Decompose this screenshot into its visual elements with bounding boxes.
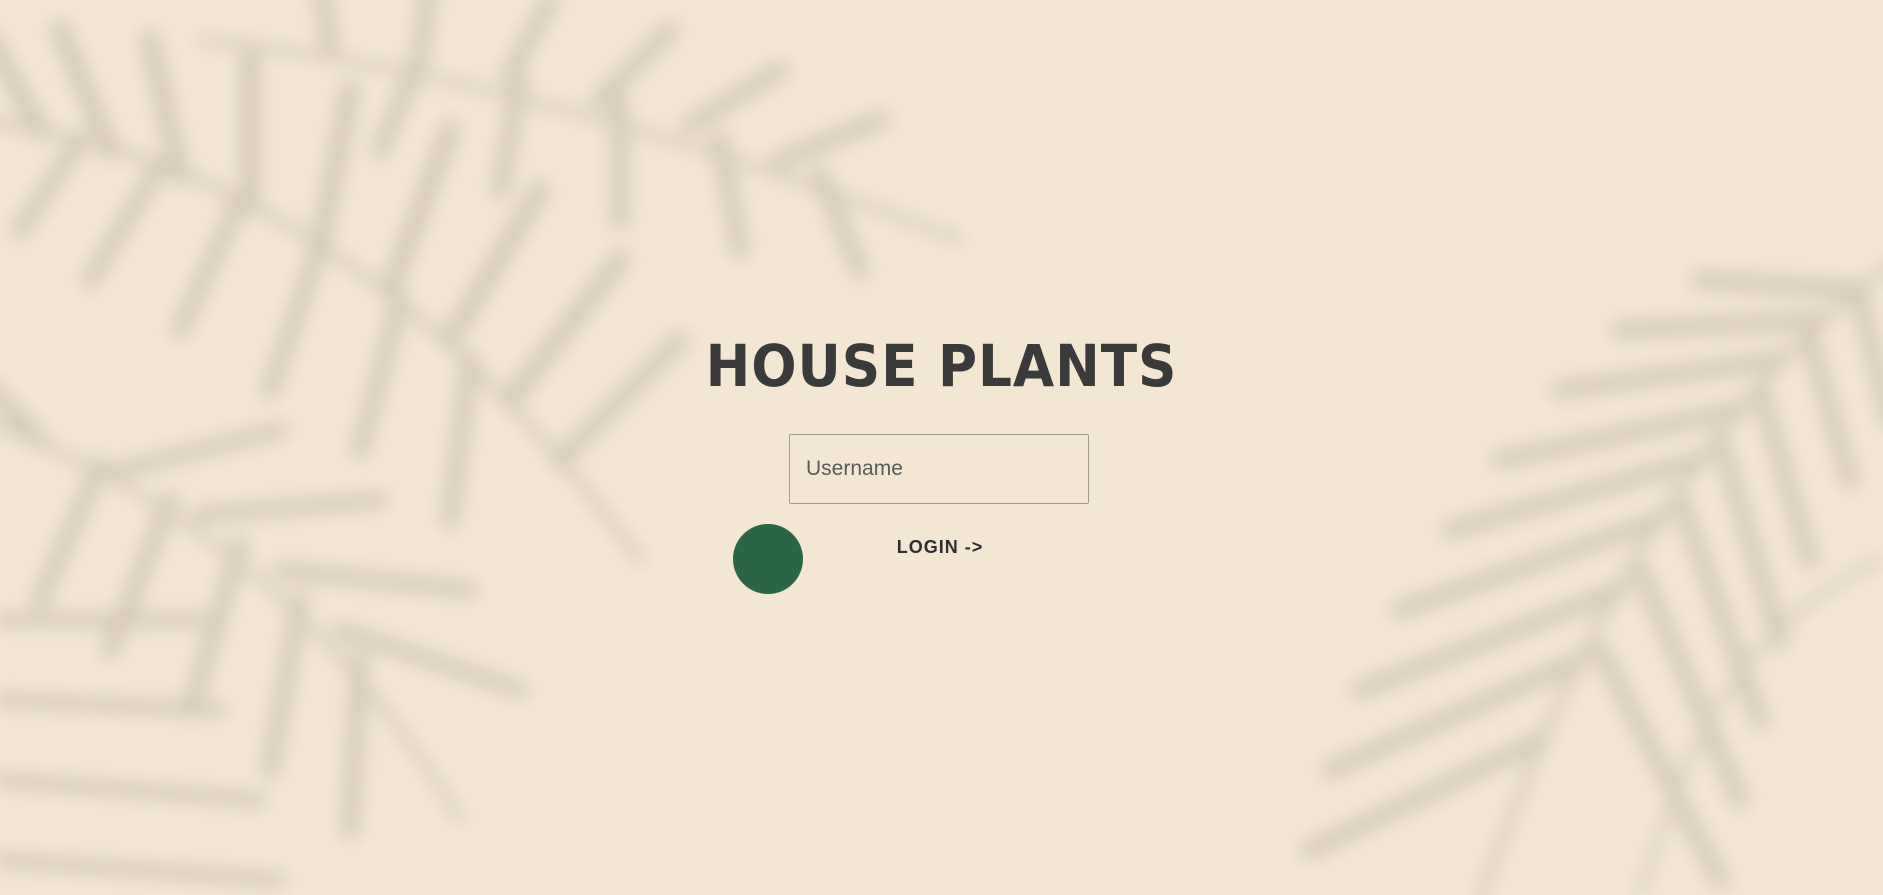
- page-title: HOUSE PLANTS: [705, 332, 1178, 400]
- username-input[interactable]: [789, 434, 1089, 504]
- green-circle-decoration: [733, 524, 803, 594]
- login-button[interactable]: LOGIN ->: [880, 532, 1000, 562]
